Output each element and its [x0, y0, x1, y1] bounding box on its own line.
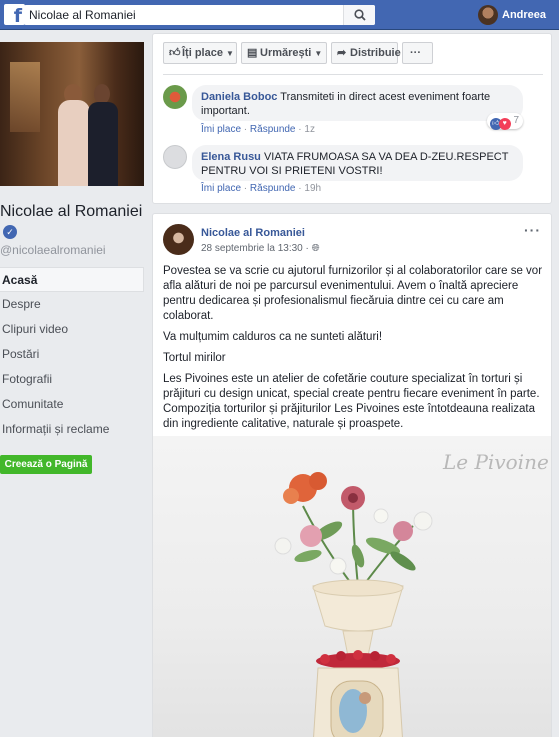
post-card: Nicolae al Romaniei 28 septembrie la 13:… — [152, 213, 552, 737]
create-page-button[interactable]: Creează o Pagină — [0, 455, 92, 474]
comment-author[interactable]: Elena Rusu — [201, 151, 261, 163]
follow-icon: ▤ — [247, 47, 258, 59]
comment-bubble: Elena Rusu VIATA FRUMOASA SA VA DEA D-ZE… — [192, 145, 523, 181]
post-options-button[interactable]: ··· — [524, 222, 541, 238]
comment-meta: Îmi place · Răspunde · 19h — [201, 183, 322, 194]
search-input[interactable] — [24, 5, 344, 25]
share-page-button[interactable]: ➦ Distribuie — [331, 42, 401, 64]
top-bar: f Andreea — [0, 0, 559, 30]
post-paragraph: Tortul mirilor — [163, 352, 226, 364]
comment-avatar[interactable] — [163, 85, 187, 109]
more-options-button[interactable]: ··· — [402, 42, 433, 64]
cake-image — [274, 472, 433, 737]
comment-meta: Îmi place · Răspunde · 1z — [201, 124, 315, 135]
post-paragraph: Va mulțumim calduros ca ne sunteti alătu… — [163, 331, 383, 343]
post-text: Povestea se va scrie cu ajutorul furnizo… — [163, 264, 545, 438]
facebook-logo-icon[interactable]: f — [4, 4, 25, 25]
comment-like-link[interactable]: Îmi place — [201, 183, 241, 194]
comment-time[interactable]: 19h — [304, 183, 321, 194]
search-icon — [354, 9, 366, 21]
comment-reply-link[interactable]: Răspunde — [250, 124, 296, 135]
globe-icon: 🌐︎ — [311, 243, 320, 254]
thumbs-up-icon: 👍︎ — [169, 47, 181, 59]
share-icon: ➦ — [337, 47, 347, 59]
comment-author[interactable]: Daniela Boboc — [201, 91, 277, 103]
nav-item-despre[interactable]: Despre — [0, 292, 144, 317]
comment-item: Daniela Boboc Transmiteti in direct aces… — [163, 85, 533, 135]
page-nav: Acasă Despre Clipuri video Postări Fotog… — [0, 267, 144, 442]
post-date: 28 septembrie la 13:30 · 🌐︎ — [201, 243, 320, 254]
profile-picture[interactable] — [0, 42, 144, 186]
user-avatar[interactable] — [478, 5, 498, 25]
search-box — [24, 5, 375, 25]
page-handle[interactable]: @nicolaealromaniei — [0, 243, 106, 257]
like-page-button[interactable]: 👍︎ Îți place ▼ — [163, 42, 237, 64]
chevron-down-icon: ▼ — [225, 49, 234, 58]
page-name-text[interactable]: Nicolae al Romaniei — [0, 203, 142, 220]
nav-item-postari[interactable]: Postări — [0, 342, 144, 367]
post-paragraph: Povestea se va scrie cu ajutorul furnizo… — [163, 265, 543, 322]
post-timestamp[interactable]: 28 septembrie la 13:30 — [201, 243, 303, 254]
user-name[interactable]: Andreea — [502, 9, 546, 21]
nav-item-acasa[interactable]: Acasă — [0, 267, 144, 292]
nav-item-informatii-reclame[interactable]: Informații și reclame — [0, 417, 144, 442]
love-reaction-icon: ♥ — [498, 118, 511, 130]
nav-item-fotografii[interactable]: Fotografii — [0, 367, 144, 392]
comment-avatar[interactable] — [163, 145, 187, 169]
post-author-avatar[interactable] — [163, 224, 194, 255]
post-photo[interactable]: Le Pivoine — [153, 436, 551, 737]
chevron-down-icon: ▼ — [314, 49, 323, 58]
comment-item: Elena Rusu VIATA FRUMOASA SA VA DEA D-ZE… — [163, 145, 533, 195]
verified-badge-icon: ✓ — [3, 225, 17, 239]
comment-reply-link[interactable]: Răspunde — [250, 183, 296, 194]
reaction-count-badge[interactable]: 👍︎ ♥ 7 — [486, 113, 523, 130]
page-title: Nicolae al Romaniei ✓ — [0, 202, 148, 242]
nav-item-clipuri-video[interactable]: Clipuri video — [0, 317, 144, 342]
page-actions-card: 👍︎ Îți place ▼ ▤ Urmărești ▼ ➦ Distribuie ···… — [152, 33, 552, 204]
search-button[interactable] — [343, 5, 375, 25]
comment-time[interactable]: 1z — [304, 124, 315, 135]
comment-bubble: Daniela Boboc Transmiteti in direct aces… — [192, 85, 523, 130]
comment-like-link[interactable]: Îmi place — [201, 124, 241, 135]
divider — [163, 74, 543, 75]
post-paragraph: Les Pivoines este un atelier de cofetări… — [163, 373, 540, 430]
post-author[interactable]: Nicolae al Romaniei — [201, 227, 305, 239]
nav-item-comunitate[interactable]: Comunitate — [0, 392, 144, 417]
follow-page-button[interactable]: ▤ Urmărești ▼ — [241, 42, 327, 64]
